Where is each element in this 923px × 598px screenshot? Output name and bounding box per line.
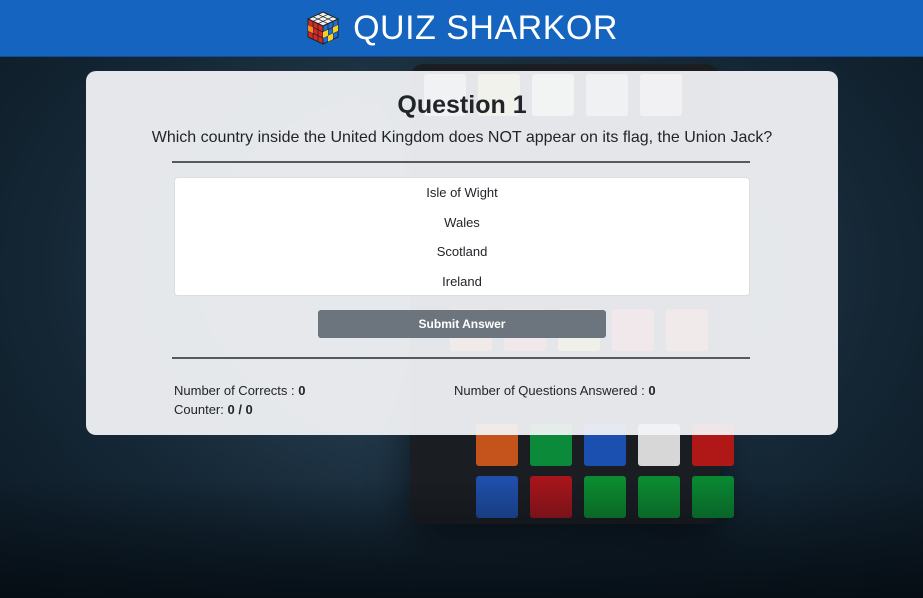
submit-answer-button[interactable]: Submit Answer — [318, 310, 606, 338]
answered-stat: Number of Questions Answered : 0 — [454, 383, 656, 398]
top-divider — [172, 161, 750, 163]
bottom-divider — [172, 357, 750, 359]
corrects-value: 0 — [298, 383, 306, 398]
question-title: Question 1 — [397, 91, 527, 119]
background-floor — [0, 480, 923, 598]
quiz-card: Question 1 Which country inside the Unit… — [86, 71, 838, 435]
answer-option-ireland[interactable]: Ireland — [175, 267, 749, 297]
answered-label: Number of Questions Answered : — [454, 383, 649, 398]
corrects-stat: Number of Corrects : 0 — [174, 383, 306, 398]
counter-stat: Counter: 0 / 0 — [174, 402, 253, 417]
answer-option-isle-of-wight[interactable]: Isle of Wight — [175, 178, 749, 208]
answer-option-scotland[interactable]: Scotland — [175, 237, 749, 267]
app-header: QUIZ SHARKOR — [0, 0, 923, 57]
counter-label: Counter: — [174, 402, 228, 417]
rubiks-cube-icon — [306, 11, 340, 45]
answer-option-wales[interactable]: Wales — [175, 208, 749, 238]
corrects-label: Number of Corrects : — [174, 383, 299, 398]
answer-options-list: Isle of Wight Wales Scotland Ireland — [174, 177, 750, 296]
answered-value: 0 — [648, 383, 656, 398]
question-text: Which country inside the United Kingdom … — [151, 129, 773, 146]
counter-value: 0 / 0 — [227, 402, 253, 417]
app-title: QUIZ SHARKOR — [353, 8, 618, 47]
